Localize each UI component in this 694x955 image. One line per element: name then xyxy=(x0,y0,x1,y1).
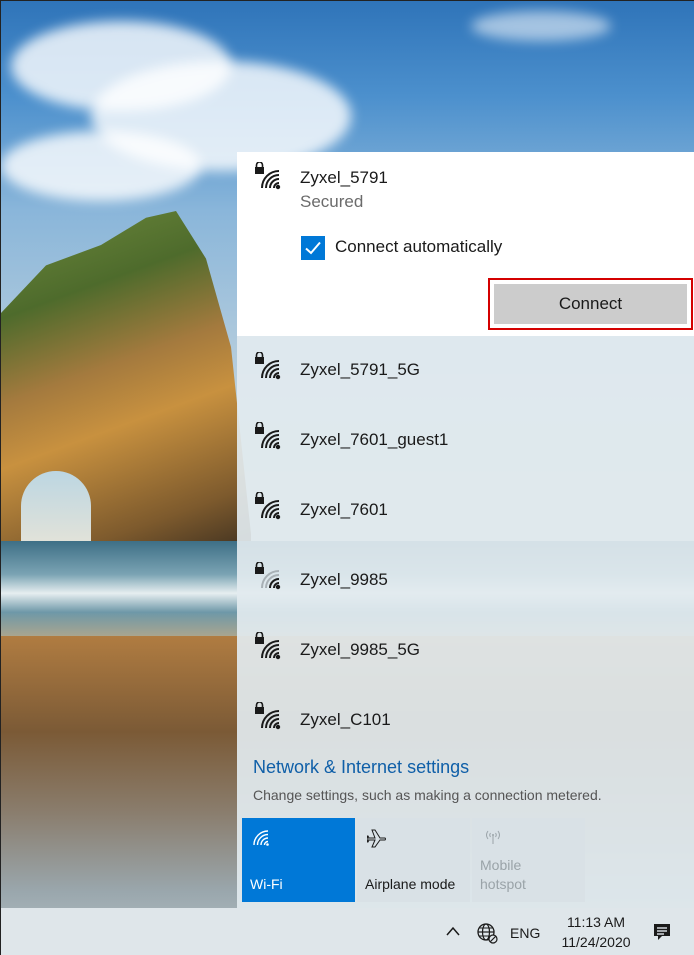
network-item[interactable]: Zyxel_9985 xyxy=(237,546,694,616)
wifi-secured-weak-icon xyxy=(251,562,287,592)
cloud xyxy=(1,131,201,201)
taskbar: ENG 11:13 AM 11/24/2020 xyxy=(1,908,694,955)
wifi-icon xyxy=(252,828,272,849)
notification-icon[interactable] xyxy=(652,922,672,947)
network-ssid: Zyxel_7601 xyxy=(300,500,388,519)
network-item[interactable]: Zyxel_7601_guest1 xyxy=(237,406,694,476)
clock[interactable]: 11:13 AM 11/24/2020 xyxy=(553,912,639,952)
selected-network-panel[interactable]: Zyxel_5791 Secured Connect automatically… xyxy=(237,152,694,336)
wifi-secured-icon xyxy=(251,162,287,192)
wifi-secured-icon xyxy=(251,422,287,452)
mobile-hotspot-tile[interactable]: Mobile hotspot xyxy=(472,818,585,902)
wifi-secured-icon xyxy=(251,492,287,522)
network-flyout: Zyxel_5791 Secured Connect automatically… xyxy=(237,152,694,908)
network-settings-description: Change settings, such as making a connec… xyxy=(253,787,602,803)
hotspot-icon xyxy=(482,828,504,849)
wifi-toggle-tile[interactable]: Wi-Fi xyxy=(242,818,355,902)
network-item[interactable]: Zyxel_9985_5G xyxy=(237,616,694,686)
network-ssid: Zyxel_C101 xyxy=(300,710,391,729)
network-internet-settings-link[interactable]: Network & Internet settings xyxy=(253,757,469,778)
network-ssid: Zyxel_9985_5G xyxy=(300,640,421,659)
cloud xyxy=(471,11,611,41)
selected-network-status: Secured xyxy=(300,192,364,211)
checkmark-icon xyxy=(305,241,321,255)
airplane-mode-label: Airplane mode xyxy=(365,876,456,892)
chevron-up-icon[interactable] xyxy=(445,924,461,942)
mobile-hotspot-label: Mobile hotspot xyxy=(480,856,526,894)
connect-automatically-label[interactable]: Connect automatically xyxy=(335,237,502,257)
network-item[interactable]: Zyxel_7601 xyxy=(237,476,694,546)
airplane-icon xyxy=(366,828,387,851)
network-ssid: Zyxel_5791_5G xyxy=(300,360,421,379)
input-language-indicator[interactable]: ENG xyxy=(510,925,540,941)
wifi-secured-icon xyxy=(251,352,287,382)
clock-time: 11:13 AM xyxy=(566,914,626,930)
connect-button[interactable]: Connect xyxy=(494,284,687,324)
network-item[interactable]: Zyxel_5791_5G xyxy=(237,336,694,406)
wifi-tile-label: Wi-Fi xyxy=(250,876,283,892)
network-ssid: Zyxel_7601_guest1 xyxy=(300,430,449,449)
mobile-hotspot-label-line1: Mobile xyxy=(480,857,522,873)
globe-icon[interactable] xyxy=(476,922,498,949)
clock-date: 11/24/2020 xyxy=(561,934,631,950)
rock-arch xyxy=(21,471,91,551)
network-ssid: Zyxel_9985 xyxy=(300,570,388,589)
wifi-secured-icon xyxy=(251,702,287,732)
connect-button-highlight: Connect xyxy=(488,278,693,330)
mobile-hotspot-label-line2: hotspot xyxy=(480,876,526,892)
network-item[interactable]: Zyxel_C101 xyxy=(237,686,694,756)
airplane-mode-tile[interactable]: Airplane mode xyxy=(357,818,470,902)
wifi-secured-icon xyxy=(251,632,287,662)
connect-automatically-checkbox[interactable] xyxy=(301,236,325,260)
selected-network-ssid: Zyxel_5791 xyxy=(300,168,388,187)
